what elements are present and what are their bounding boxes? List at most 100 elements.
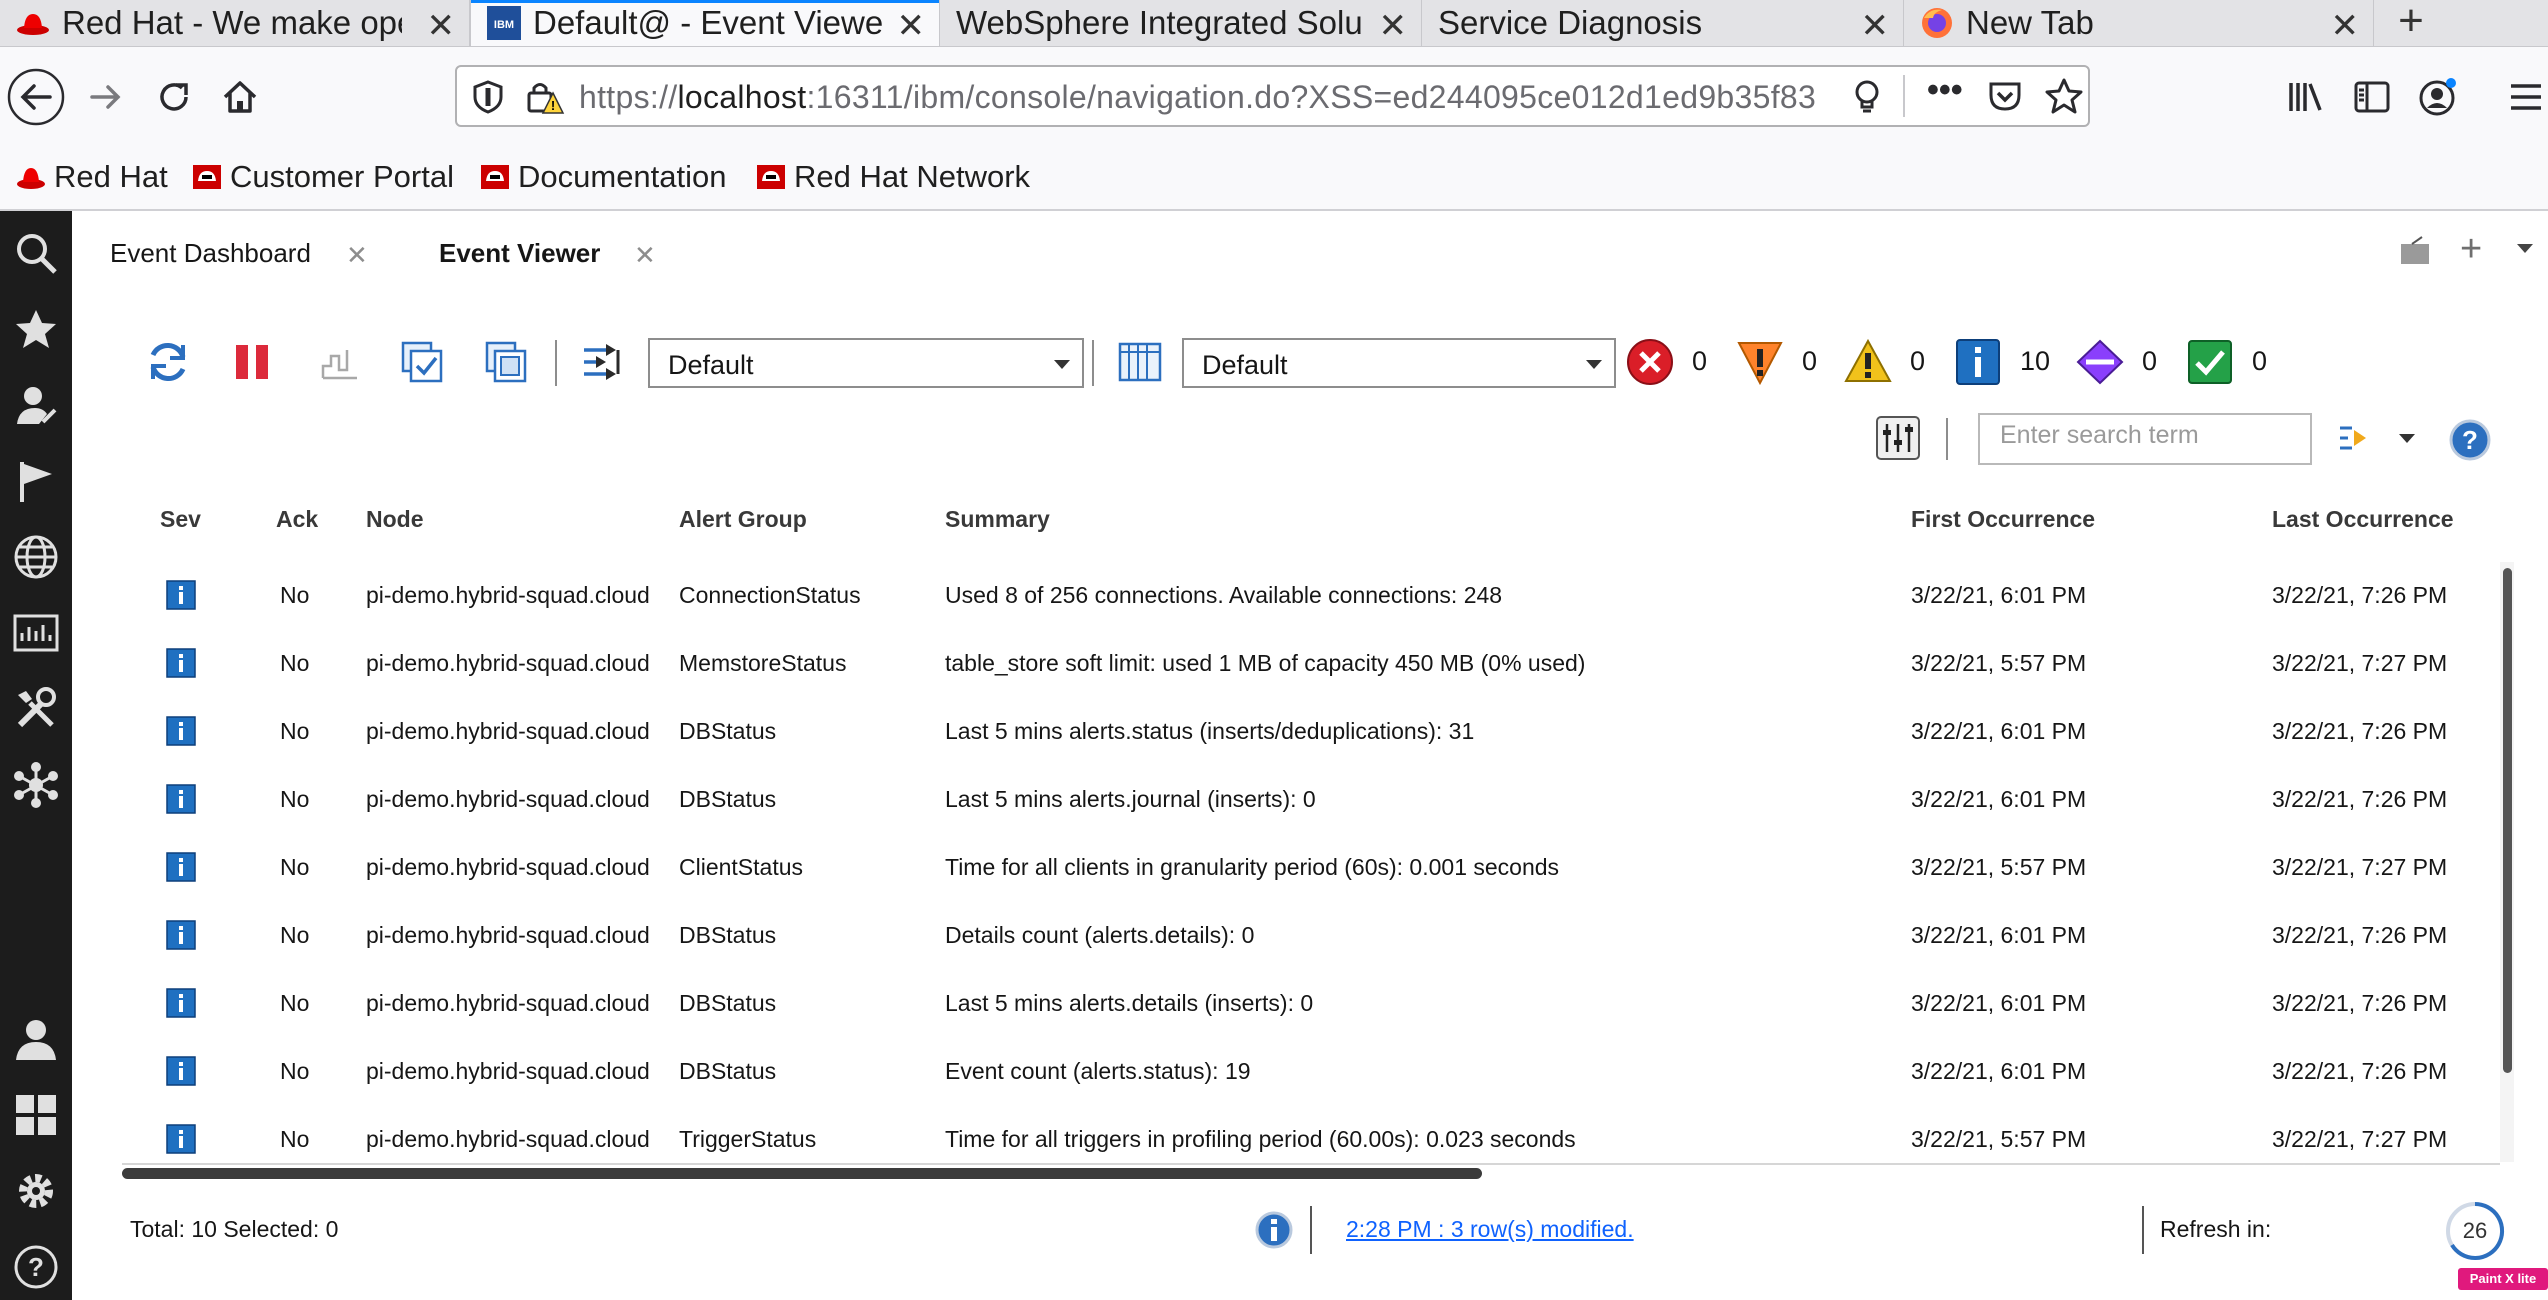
close-icon[interactable]: ✕ <box>634 240 656 271</box>
column-header-summary[interactable]: Summary <box>945 506 1050 533</box>
table-row[interactable]: No pi-demo.hybrid-squad.cloud DBStatus Even… <box>120 1038 2500 1106</box>
bookmark-red-hat[interactable]: Red Hat <box>16 159 168 195</box>
column-header-alert-group[interactable]: Alert Group <box>679 506 807 533</box>
globe-icon[interactable] <box>8 529 64 585</box>
dashboard-monitor-icon[interactable] <box>8 605 64 661</box>
view-select[interactable]: Default <box>1182 338 1616 388</box>
close-icon[interactable]: ✕ <box>897 6 926 46</box>
modified-rows-text[interactable]: 2:28 PM : 3 row(s) modified. <box>1346 1216 1634 1242</box>
table-row[interactable]: No pi-demo.hybrid-squad.cloud ClientStatus… <box>120 834 2500 902</box>
page-actions-folder-icon[interactable] <box>2398 234 2432 273</box>
console-grid-icon[interactable] <box>8 1087 64 1143</box>
column-header-ack[interactable]: Ack <box>276 506 318 533</box>
chevron-down-icon[interactable] <box>2517 244 2533 253</box>
tracking-shield-icon[interactable] <box>471 79 505 120</box>
url-bar[interactable]: ! https://localhost:16311/ibm/console/na… <box>455 65 2090 127</box>
info-severity-icon <box>166 920 196 950</box>
view-builder-icon[interactable] <box>1114 336 1166 388</box>
browser-nav-bar: ! https://localhost:16311/ibm/console/na… <box>0 47 2548 145</box>
hamburger-menu-icon[interactable] <box>2500 71 2548 123</box>
column-header-sev[interactable]: Sev <box>160 506 201 533</box>
column-header-first-occurrence[interactable]: First Occurrence <box>1911 506 2095 533</box>
column-header-node[interactable]: Node <box>366 506 424 533</box>
account-icon[interactable] <box>2412 71 2464 123</box>
cell-first-occurrence: 3/22/21, 6:01 PM <box>1911 1058 2087 1084</box>
browser-tab-new-tab[interactable]: New Tab ✕ <box>1904 0 2374 46</box>
library-icon[interactable] <box>2280 71 2332 123</box>
back-button[interactable] <box>6 67 66 127</box>
major-severity-icon[interactable] <box>1734 336 1786 388</box>
table-row[interactable]: No pi-demo.hybrid-squad.cloud ConnectionSt… <box>120 562 2500 630</box>
bookmark-red-hat-network[interactable]: Red Hat Network <box>756 159 1030 195</box>
bookmark-star-icon[interactable] <box>2045 77 2083 120</box>
tools-icon[interactable] <box>8 681 64 737</box>
search-input[interactable]: Enter search term <box>1978 413 2312 465</box>
bookmark-customer-portal[interactable]: Customer Portal <box>192 159 454 195</box>
network-topology-icon[interactable] <box>8 757 64 813</box>
refresh-icon[interactable] <box>142 336 194 388</box>
cell-node: pi-demo.hybrid-squad.cloud <box>366 922 650 948</box>
chart-disabled-icon[interactable] <box>314 336 366 388</box>
add-tab-icon[interactable]: + <box>2460 228 2482 271</box>
browser-tab-service-diagnosis[interactable]: Service Diagnosis ✕ <box>1422 0 1904 46</box>
console-tab-event-dashboard[interactable]: Event Dashboard <box>110 238 311 269</box>
horizontal-scrollbar-thumb[interactable] <box>122 1168 1482 1179</box>
column-header-last-occurrence[interactable]: Last Occurrence <box>2272 506 2454 533</box>
clear-severity-icon[interactable] <box>2184 336 2236 388</box>
browser-tab-event-viewer[interactable]: IBM Default@ - Event Viewer ✕ <box>470 0 940 46</box>
close-icon[interactable]: ✕ <box>1379 6 1408 46</box>
cell-node: pi-demo.hybrid-squad.cloud <box>366 582 650 608</box>
table-row[interactable]: No pi-demo.hybrid-squad.cloud DBStatus Last… <box>120 698 2500 766</box>
insecure-lock-icon[interactable]: ! <box>525 79 565 120</box>
new-tab-button[interactable]: + <box>2388 0 2434 46</box>
filter-select[interactable]: Default <box>648 338 1084 388</box>
table-row[interactable]: No pi-demo.hybrid-squad.cloud DBStatus Last… <box>120 766 2500 834</box>
close-icon[interactable]: ✕ <box>427 6 456 46</box>
tab-title: Red Hat - We make open source technologi… <box>62 4 402 41</box>
user-profile-icon[interactable] <box>8 1011 64 1067</box>
console-tab-event-viewer[interactable]: Event Viewer <box>439 238 600 269</box>
indeterminate-severity-icon[interactable] <box>2074 336 2126 388</box>
critical-severity-icon[interactable] <box>1624 336 1676 388</box>
search-options-icon[interactable] <box>2336 420 2376 461</box>
modified-rows-link[interactable]: 2:28 PM : 3 row(s) modified. <box>1346 1216 1634 1243</box>
vertical-scrollbar-thumb[interactable] <box>2503 568 2512 1073</box>
lightbulb-icon[interactable] <box>1852 79 1882 120</box>
table-row[interactable]: No pi-demo.hybrid-squad.cloud DBStatus Deta… <box>120 902 2500 970</box>
close-icon[interactable]: ✕ <box>346 240 368 271</box>
minor-severity-icon[interactable] <box>1842 336 1894 388</box>
user-admin-icon[interactable] <box>8 377 64 433</box>
search-icon[interactable] <box>8 225 64 281</box>
favorites-star-icon[interactable] <box>8 301 64 357</box>
browser-tab-redhat[interactable]: Red Hat - We make open source technologi… <box>0 0 470 46</box>
home-button[interactable] <box>214 71 266 123</box>
bookmark-documentation[interactable]: Documentation <box>480 159 727 195</box>
table-row[interactable]: No pi-demo.hybrid-squad.cloud MemstoreStat… <box>120 630 2500 698</box>
url-text[interactable]: https://localhost:16311/ibm/console/navi… <box>579 79 1816 116</box>
info-severity-icon[interactable] <box>1952 336 2004 388</box>
pause-icon[interactable] <box>226 336 278 388</box>
settings-gear-icon[interactable] <box>8 1163 64 1219</box>
refresh-countdown-timer[interactable]: 26 <box>2444 1200 2506 1262</box>
tab-title: WebSphere Integrated Solutions Console <box>956 4 1362 41</box>
help-question-icon[interactable]: ? <box>8 1239 64 1295</box>
browser-tab-strip: Red Hat - We make open source technologi… <box>0 0 2548 47</box>
acknowledge-icon[interactable] <box>396 336 448 388</box>
close-icon[interactable]: ✕ <box>1861 6 1890 46</box>
forward-button[interactable] <box>80 71 132 123</box>
browser-tab-websphere[interactable]: WebSphere Integrated Solutions Console ✕ <box>940 0 1422 46</box>
sidebar-toggle-icon[interactable] <box>2346 71 2398 123</box>
help-icon[interactable]: ? <box>2448 418 2492 467</box>
column-settings-icon[interactable] <box>1874 414 1922 467</box>
close-icon[interactable]: ✕ <box>2331 6 2360 46</box>
deacknowledge-icon[interactable] <box>480 336 532 388</box>
chevron-down-icon[interactable] <box>2399 434 2415 443</box>
reload-button[interactable] <box>148 71 200 123</box>
filter-builder-icon[interactable] <box>578 336 630 388</box>
flag-icon[interactable] <box>8 453 64 509</box>
more-actions-icon[interactable]: ••• <box>1927 71 1963 110</box>
cell-first-occurrence: 3/22/21, 6:01 PM <box>1911 718 2087 744</box>
table-row[interactable]: No pi-demo.hybrid-squad.cloud DBStatus Last… <box>120 970 2500 1038</box>
pocket-icon[interactable] <box>1987 79 2023 118</box>
info-icon[interactable] <box>1254 1210 1294 1255</box>
